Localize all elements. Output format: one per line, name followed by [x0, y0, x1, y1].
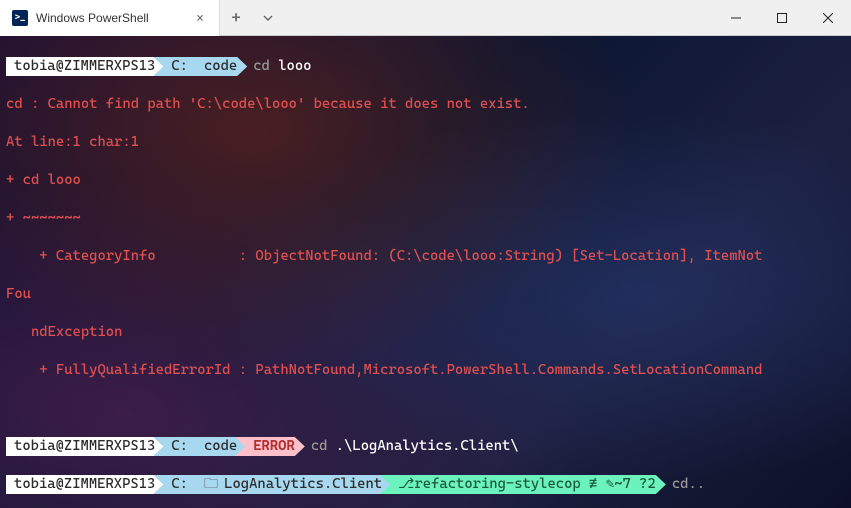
pencil-icon: ✎: [606, 475, 615, 494]
prompt-branch: ⎇refactoring-stylecop ≢ ✎~7 ?2: [380, 475, 666, 494]
error-output: + cd looo: [6, 171, 845, 190]
prompt-line: tobia@ZIMMERXPS13C:codecd looo: [6, 57, 845, 76]
error-output: + CategoryInfo : ObjectNotFound: (C:\cod…: [6, 247, 845, 266]
error-output: cd : Cannot find path 'C:\code\looo' bec…: [6, 95, 845, 114]
prompt-line: tobia@ZIMMERXPS13C:codeERRORcd .\LogAnal…: [6, 437, 845, 456]
close-button[interactable]: [805, 0, 851, 36]
command: cd..: [666, 475, 705, 494]
chevron-down-icon: [262, 12, 274, 24]
titlebar: >_ Windows PowerShell × +: [0, 0, 851, 36]
prompt-line: tobia@ZIMMERXPS13C:🗀 LogAnalytics.Client…: [6, 475, 845, 494]
prompt-user: tobia@ZIMMERXPS13: [6, 437, 165, 456]
command: cd looo: [247, 57, 311, 76]
error-output: Fou: [6, 285, 845, 304]
command: cd .\LogAnalytics.Client\: [305, 437, 519, 456]
window: >_ Windows PowerShell × + tobia@ZIMMERXP…: [0, 0, 851, 508]
new-tab-button[interactable]: +: [220, 8, 252, 27]
window-controls: [713, 0, 851, 36]
prompt-error-badge: ERROR: [235, 437, 305, 456]
prompt-user: tobia@ZIMMERXPS13: [6, 475, 165, 494]
terminal[interactable]: tobia@ZIMMERXPS13C:codecd looo cd : Cann…: [0, 36, 851, 508]
branch-icon: ⎇: [398, 475, 414, 494]
error-output: At line:1 char:1: [6, 133, 845, 152]
error-output: + FullyQualifiedErrorId : PathNotFound,M…: [6, 361, 845, 380]
maximize-button[interactable]: [759, 0, 805, 36]
tab-title: Windows PowerShell: [36, 11, 185, 25]
prompt-dir: 🗀 LogAnalytics.Client: [186, 475, 392, 494]
minimize-button[interactable]: [713, 0, 759, 36]
powershell-icon: >_: [12, 10, 28, 26]
folder-icon: 🗀: [204, 475, 218, 494]
tab-powershell[interactable]: >_ Windows PowerShell ×: [0, 0, 220, 36]
blank-line: [6, 399, 845, 418]
tab-close-button[interactable]: ×: [193, 11, 207, 25]
prompt-user: tobia@ZIMMERXPS13: [6, 57, 165, 76]
error-output: + ~~~~~~~: [6, 209, 845, 228]
tab-dropdown-button[interactable]: [252, 12, 284, 24]
error-output: ndException: [6, 323, 845, 342]
